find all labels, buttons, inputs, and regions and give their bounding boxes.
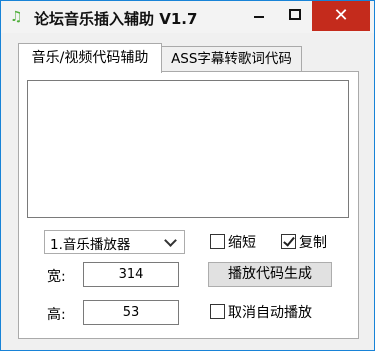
close-icon: ✕	[333, 5, 349, 26]
generate-code-button[interactable]: 播放代码生成	[208, 262, 332, 287]
app-window: ♫ 论坛音乐插入辅助 V1.7 ✕ 音乐/视频代码辅助 ASS字幕转歌词代码 1…	[0, 0, 375, 351]
tab-ass-lyrics[interactable]: ASS字幕转歌词代码	[161, 46, 302, 72]
cancel-autoplay-checkbox[interactable]	[210, 304, 225, 319]
copy-label: 复制	[299, 235, 327, 251]
window-title: 论坛音乐插入辅助 V1.7	[34, 10, 198, 28]
player-type-select[interactable]: 1.音乐播放器	[44, 230, 185, 254]
cancel-autoplay-label: 取消自动播放	[228, 305, 312, 321]
tab-music-video[interactable]: 音乐/视频代码辅助	[18, 43, 162, 73]
minimize-button[interactable]	[241, 1, 277, 31]
chevron-down-icon	[164, 234, 177, 247]
music-note-icon: ♫	[10, 9, 23, 25]
width-label: 宽:	[47, 269, 66, 285]
height-input[interactable]: 53	[83, 300, 179, 325]
shorten-label: 缩短	[228, 235, 256, 251]
copy-checkbox[interactable]	[281, 234, 296, 249]
width-input[interactable]: 314	[83, 262, 179, 287]
code-output-textarea[interactable]	[27, 80, 349, 218]
maximize-button[interactable]	[278, 1, 312, 31]
close-button[interactable]: ✕	[312, 1, 370, 31]
title-bar[interactable]: ♫ 论坛音乐插入辅助 V1.7 ✕	[1, 1, 374, 33]
height-label: 高:	[47, 307, 66, 323]
player-type-value: 1.音乐播放器	[50, 237, 131, 253]
shorten-checkbox[interactable]	[210, 234, 225, 249]
